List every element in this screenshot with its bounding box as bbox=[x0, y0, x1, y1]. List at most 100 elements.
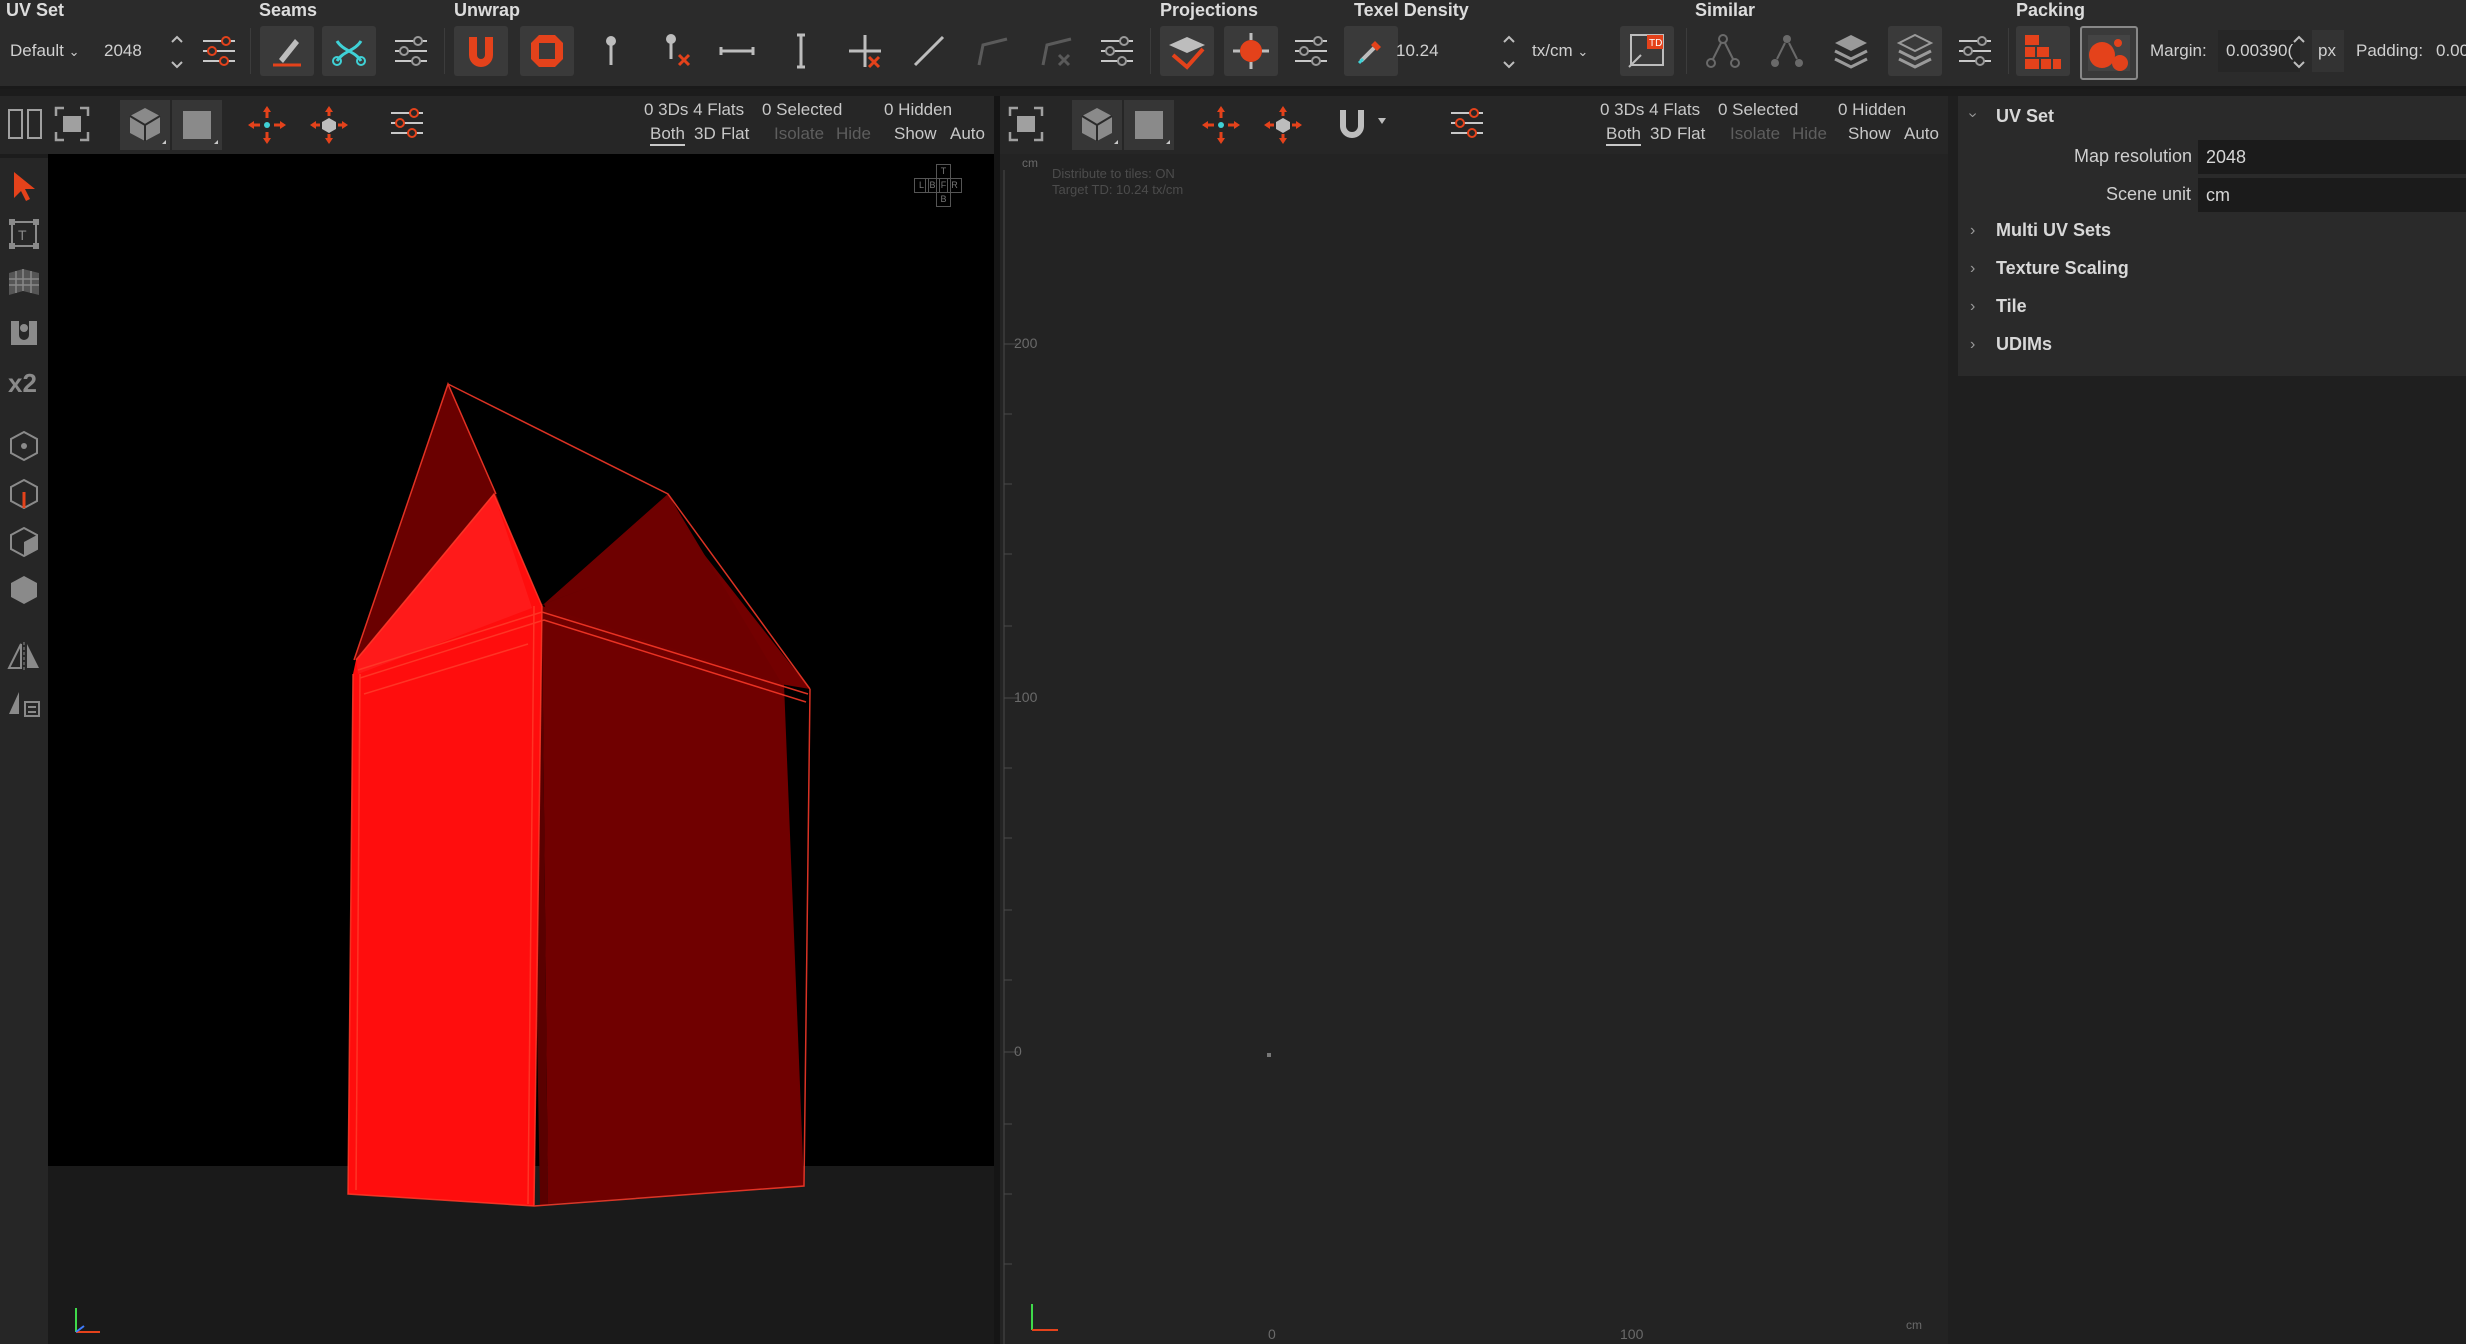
unwrap-settings-button[interactable] bbox=[1090, 26, 1144, 76]
select-tool-button[interactable] bbox=[4, 166, 44, 206]
uv-viewport-settings-button[interactable] bbox=[1448, 106, 1486, 140]
viewportuv-flat-toggle[interactable]: Flat bbox=[1677, 124, 1705, 144]
texture-mode-button[interactable] bbox=[172, 100, 222, 150]
viewportuv-both-toggle[interactable]: Both bbox=[1606, 124, 1641, 146]
projection-planar-button[interactable] bbox=[1160, 26, 1214, 76]
viewportuv-auto-button[interactable]: Auto bbox=[1904, 124, 1939, 144]
resolution-stepper[interactable] bbox=[170, 34, 184, 70]
pin-button[interactable] bbox=[584, 26, 638, 76]
eyedropper-icon bbox=[1357, 41, 1381, 65]
straighten-horizontal-button[interactable] bbox=[710, 26, 764, 76]
seams-settings-button[interactable] bbox=[384, 26, 438, 76]
uv-focus-all-button[interactable] bbox=[1262, 104, 1304, 146]
transform-tool-button[interactable]: T bbox=[4, 214, 44, 254]
section-tile[interactable]: Tile bbox=[1996, 296, 2027, 317]
magnet-icon bbox=[1340, 110, 1386, 138]
stack-button[interactable] bbox=[1824, 26, 1878, 76]
viewport3d-auto-button[interactable]: Auto bbox=[950, 124, 985, 144]
scene-unit-field[interactable]: cm bbox=[2198, 178, 2466, 212]
stack-similar-button[interactable] bbox=[1760, 26, 1814, 76]
uv-focus-selection-button[interactable] bbox=[1200, 104, 1242, 146]
viewportuv-isolate-button[interactable]: Isolate bbox=[1730, 124, 1780, 144]
panel-title-uv-set[interactable]: UV Set bbox=[1996, 106, 2054, 127]
focus-selection-button[interactable] bbox=[246, 104, 288, 146]
viewport3d-isolate-button[interactable]: Isolate bbox=[774, 124, 824, 144]
object-mode-button[interactable] bbox=[4, 570, 44, 610]
chevron-down-icon: ⌄ bbox=[1577, 44, 1589, 59]
focus-all-button[interactable] bbox=[308, 104, 350, 146]
relax-button[interactable] bbox=[966, 26, 1020, 76]
optimize-button[interactable] bbox=[520, 26, 574, 76]
mesh-carton[interactable] bbox=[48, 154, 994, 1344]
split-view-button[interactable] bbox=[6, 104, 44, 144]
unstack-button[interactable] bbox=[1888, 26, 1942, 76]
texel-density-apply-button[interactable]: TD bbox=[1620, 26, 1674, 76]
pack-button[interactable] bbox=[2016, 26, 2070, 76]
viewport3d-hide-button[interactable]: Hide bbox=[836, 124, 871, 144]
uv-set-settings-button[interactable] bbox=[192, 26, 246, 76]
duplicate-tool-button[interactable]: x2 bbox=[4, 360, 44, 400]
uv-set-preset-dropdown[interactable]: Default ⌄ bbox=[10, 41, 80, 61]
viewportuv-3d-toggle[interactable]: 3D bbox=[1650, 124, 1672, 144]
similar-settings-button[interactable] bbox=[1948, 26, 2002, 76]
margin-field[interactable]: 0.00390( bbox=[2218, 30, 2300, 72]
texel-density-stepper[interactable] bbox=[1502, 34, 1516, 70]
checker-tool-button[interactable] bbox=[4, 262, 44, 302]
mirror-settings-button[interactable] bbox=[4, 684, 44, 724]
select-similar-button[interactable] bbox=[1696, 26, 1750, 76]
face-mode-button[interactable] bbox=[4, 522, 44, 562]
viewport3d-settings-button[interactable] bbox=[388, 106, 426, 140]
straighten-diagonal-button[interactable] bbox=[902, 26, 956, 76]
unpin-button[interactable] bbox=[648, 26, 702, 76]
margin-label: Margin: bbox=[2150, 41, 2207, 60]
viewport-3d[interactable]: T L B F R B bbox=[48, 154, 994, 1344]
seams-weld-button[interactable] bbox=[322, 26, 376, 76]
mirror-button[interactable] bbox=[4, 636, 44, 676]
section-title-similar: Similar bbox=[1695, 0, 1756, 20]
viewportuv-show-button[interactable]: Show bbox=[1848, 124, 1891, 144]
viewport-uv[interactable]: cm 200 100 0 Distribute to tiles: ON Tar… bbox=[1000, 154, 1948, 1344]
split-view-icon bbox=[8, 109, 42, 139]
uv-vertical-ruler bbox=[1003, 170, 1018, 1344]
margin-stepper[interactable] bbox=[2292, 34, 2306, 70]
texel-density-picker-button[interactable] bbox=[1344, 26, 1398, 76]
viewport3d-3d-toggle[interactable]: 3D bbox=[694, 124, 716, 144]
uv-snap-button[interactable] bbox=[1334, 104, 1390, 146]
viewport3d-flat-toggle[interactable]: Flat bbox=[721, 124, 749, 144]
vertex-mode-button[interactable] bbox=[4, 426, 44, 466]
projections-settings-button[interactable] bbox=[1284, 26, 1338, 76]
settings-sliders-icon bbox=[395, 36, 427, 66]
viewportuv-hide-button[interactable]: Hide bbox=[1792, 124, 1827, 144]
texel-density-field[interactable]: 10.24 bbox=[1396, 41, 1439, 61]
chevron-right-icon: › bbox=[1970, 298, 1976, 315]
uv-frame-view-button[interactable] bbox=[1006, 104, 1046, 144]
frame-view-button[interactable] bbox=[52, 104, 92, 144]
section-udims[interactable]: UDIMs bbox=[1996, 334, 2052, 355]
margin-unit-toggle[interactable]: px bbox=[2312, 30, 2344, 72]
relax-remove-button[interactable] bbox=[1030, 26, 1084, 76]
straighten-cross-button[interactable] bbox=[838, 26, 892, 76]
uv-set-resolution-field[interactable]: 2048 bbox=[104, 41, 142, 61]
section-texture-scaling[interactable]: Texture Scaling bbox=[1996, 258, 2129, 279]
padding-field[interactable]: 0.00 bbox=[2436, 41, 2466, 61]
map-resolution-field[interactable]: 2048 bbox=[2198, 140, 2466, 174]
projection-box-button[interactable] bbox=[1224, 26, 1278, 76]
svg-text:x2: x2 bbox=[8, 368, 37, 396]
edge-mode-button[interactable] bbox=[4, 474, 44, 514]
seams-cut-button[interactable] bbox=[260, 26, 314, 76]
texture-tool-button[interactable] bbox=[4, 312, 44, 352]
chevron-down-icon: › bbox=[1964, 112, 1982, 118]
viewport3d-both-toggle[interactable]: Both bbox=[650, 124, 685, 146]
uv-texture-mode-button[interactable] bbox=[1124, 100, 1174, 150]
uv-ytick-100: 100 bbox=[1014, 689, 1038, 705]
settings-sliders-icon bbox=[203, 36, 235, 66]
panel-splitter[interactable] bbox=[1948, 96, 1958, 1344]
texel-density-unit-dropdown[interactable]: tx/cm ⌄ bbox=[1532, 41, 1588, 61]
section-multi-uv-sets[interactable]: Multi UV Sets bbox=[1996, 220, 2111, 241]
unwrap-button[interactable] bbox=[454, 26, 508, 76]
uv-shaded-mode-button[interactable] bbox=[1072, 100, 1122, 150]
straighten-vertical-button[interactable] bbox=[774, 26, 828, 76]
viewport3d-show-button[interactable]: Show bbox=[894, 124, 937, 144]
pack-shapes-button[interactable] bbox=[2080, 26, 2138, 80]
shaded-mode-button[interactable] bbox=[120, 100, 170, 150]
